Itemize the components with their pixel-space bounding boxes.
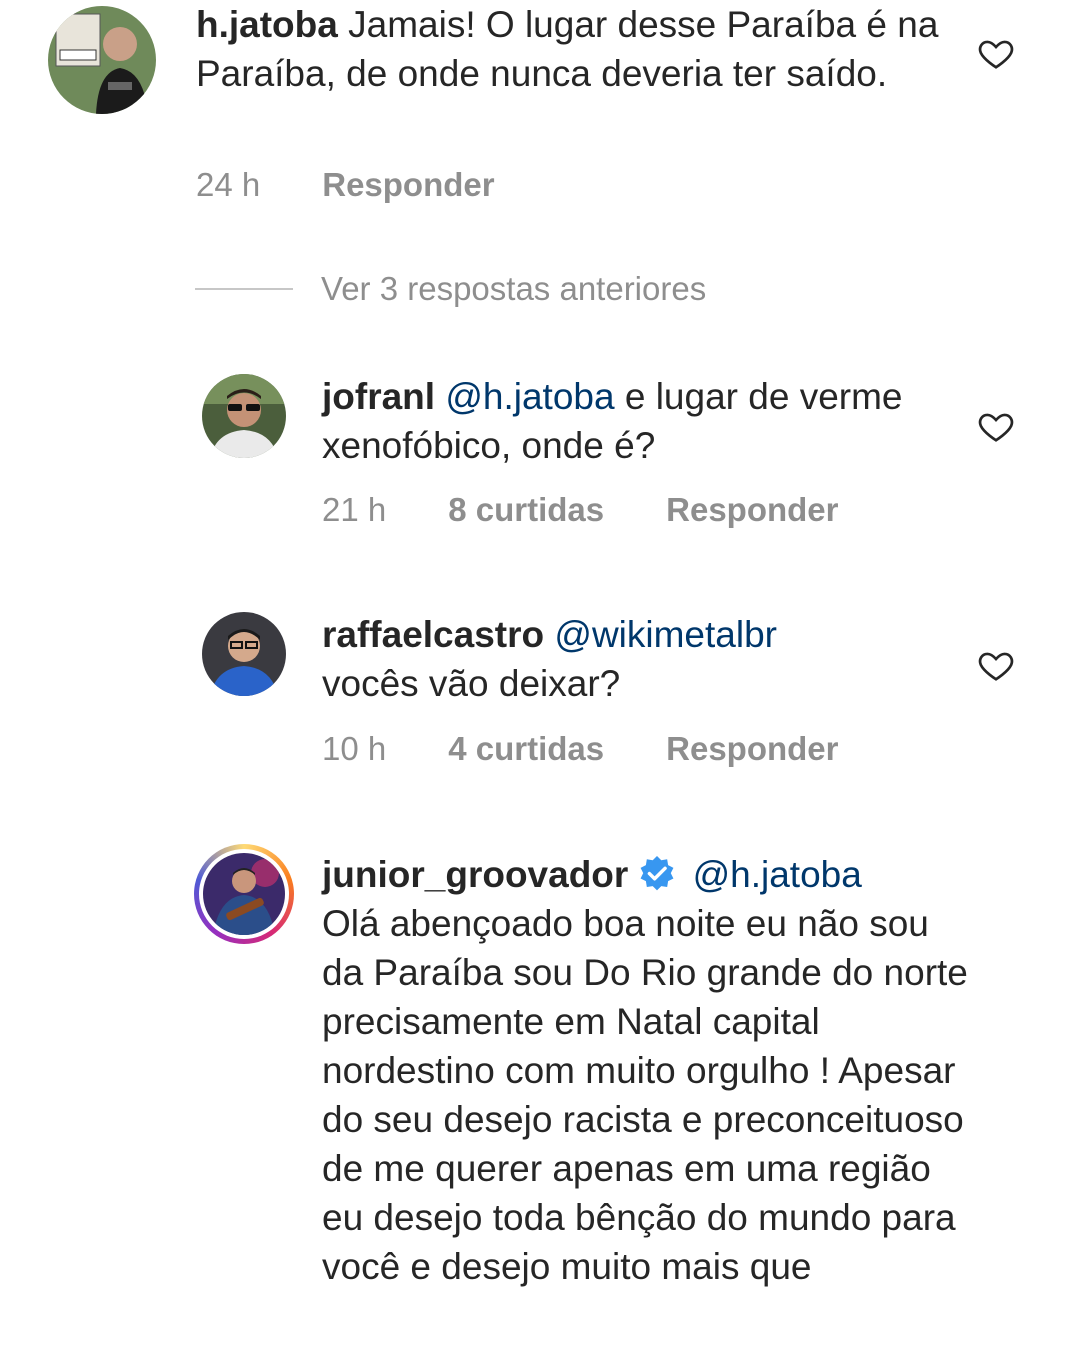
like-heart-icon[interactable] bbox=[977, 407, 1015, 445]
username-raffaelcastro[interactable]: raffaelcastro bbox=[322, 614, 544, 655]
username-jofranl[interactable]: jofranl bbox=[322, 376, 435, 417]
avatar-h-jatoba[interactable] bbox=[48, 6, 156, 114]
story-ring[interactable] bbox=[194, 844, 294, 944]
view-previous-replies-button[interactable]: Ver 3 respostas anteriores bbox=[195, 270, 706, 308]
like-heart-icon[interactable] bbox=[977, 646, 1015, 684]
avatar-raffaelcastro[interactable] bbox=[202, 612, 286, 696]
reply-button[interactable]: Responder bbox=[666, 730, 838, 768]
comment-text-3: raffaelcastro @wikimetalbr vocês vão dei… bbox=[322, 610, 942, 708]
mention-link[interactable]: @wikimetalbr bbox=[554, 614, 777, 655]
likes-count[interactable]: 4 curtidas bbox=[448, 730, 604, 768]
comment-text-4: junior_groovador @h.jatoba Olá abençoado… bbox=[322, 850, 972, 1291]
verified-badge-icon bbox=[638, 855, 676, 893]
comment-text-1: h.jatoba Jamais! O lugar desse Paraíba é… bbox=[196, 0, 956, 98]
replies-divider bbox=[195, 288, 293, 290]
comment-time: 10 h bbox=[322, 730, 387, 767]
mention-link[interactable]: @h.jatoba bbox=[445, 376, 614, 417]
comment-body: Olá abençoado boa noite eu não sou da Pa… bbox=[322, 903, 968, 1287]
comment-time: 24 h bbox=[196, 166, 261, 203]
comment-meta-2: 21 h 8 curtidas Responder bbox=[322, 491, 839, 529]
username-h-jatoba[interactable]: h.jatoba bbox=[196, 4, 338, 45]
comment-time: 21 h bbox=[322, 491, 387, 528]
comment-text-2: jofranl @h.jatoba e lugar de verme xenof… bbox=[322, 372, 942, 470]
avatar-jofranl[interactable] bbox=[202, 374, 286, 458]
comment-meta-3: 10 h 4 curtidas Responder bbox=[322, 730, 839, 768]
avatar-junior-groovador[interactable] bbox=[203, 853, 285, 935]
like-heart-icon[interactable] bbox=[977, 34, 1015, 72]
mention-link[interactable]: @h.jatoba bbox=[693, 854, 862, 895]
comment-meta-1: 24 h Responder bbox=[196, 166, 495, 204]
likes-count[interactable]: 8 curtidas bbox=[448, 491, 604, 529]
view-previous-replies-label: Ver 3 respostas anteriores bbox=[321, 270, 707, 307]
username-junior-groovador[interactable]: junior_groovador bbox=[322, 854, 628, 895]
reply-button[interactable]: Responder bbox=[666, 491, 838, 529]
reply-button[interactable]: Responder bbox=[322, 166, 494, 204]
comment-body: vocês vão deixar? bbox=[322, 663, 621, 704]
